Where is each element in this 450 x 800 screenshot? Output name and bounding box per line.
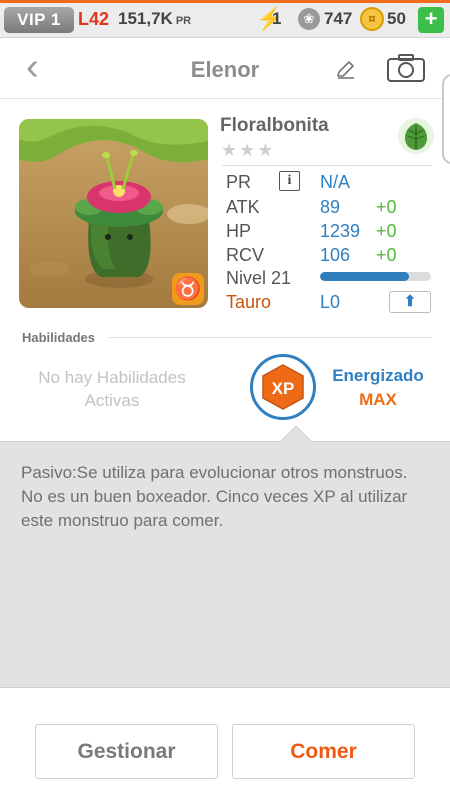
side-drawer-tab[interactable] [442,74,450,164]
rcv-label: RCV [226,245,265,265]
taurus-zodiac-icon: ♉ [172,273,204,305]
hp-bonus: +0 [376,221,397,241]
power-value: 151,7K [118,9,173,28]
leaf-icon [398,118,434,154]
atk-value: 89 [320,197,341,217]
vip-badge[interactable]: VIP 1 [4,7,74,33]
monster-species-name: Floralbonita [220,115,329,136]
level-progress-bar [320,272,431,281]
coin-icon: ¤ [360,7,384,31]
pr-label: PR [226,172,252,192]
abilities-divider [108,337,432,338]
manage-button[interactable]: Gestionar [35,724,218,779]
rarity-stars: ★★★ [221,140,276,160]
energized-label: Energizado [332,366,424,385]
hp-value: 1239 [320,221,361,241]
power-unit: PR [175,15,192,27]
upgrade-sign-button[interactable]: ⬆ [389,291,431,313]
camera-icon[interactable] [386,53,426,83]
info-icon[interactable]: i [279,171,300,191]
add-coins-button[interactable]: + [418,7,444,33]
rcv-bonus: +0 [376,245,397,265]
xp-passive-badge[interactable]: XP [250,354,316,420]
passive-description-text: Pasivo:Se utiliza para evolucionar otros… [21,463,408,530]
xp-badge-label: XP [272,379,295,398]
abilities-heading: Habilidades [22,330,95,345]
player-level: L42 [78,9,110,29]
atk-bonus: +0 [376,197,397,217]
edit-icon[interactable] [334,57,358,81]
top-accent-line [0,0,450,3]
status-bar: VIP 1 L42 151,7K PR ⚡ 1 ❀ 747 ¤ 50 + [0,0,450,38]
eat-button[interactable]: Comer [232,724,415,779]
pr-value: N/A [320,172,351,192]
power-display: 151,7K PR [118,9,191,29]
energized-value: MAX [359,390,397,409]
energy-value: 1 [272,9,282,28]
hp-label: HP [226,221,252,241]
level-label: Nivel 21 [226,268,292,288]
page-title: Elenor [190,57,260,82]
paw-value: 747 [324,9,353,28]
rcv-value: 106 [320,245,351,265]
level-progress-fill [320,272,409,281]
zodiac-sign-level: L0 [320,292,341,312]
header: ‹ Elenor [0,39,450,99]
coin-value: 50 [387,9,406,28]
no-active-abilities-text: No hay Habilidades Activas [38,368,186,410]
divider [222,165,432,166]
xp-hexagon-icon: XP [262,364,304,410]
zodiac-sign-label: Tauro [226,292,272,312]
atk-label: ATK [226,197,260,217]
paw-icon: ❀ [298,8,320,30]
